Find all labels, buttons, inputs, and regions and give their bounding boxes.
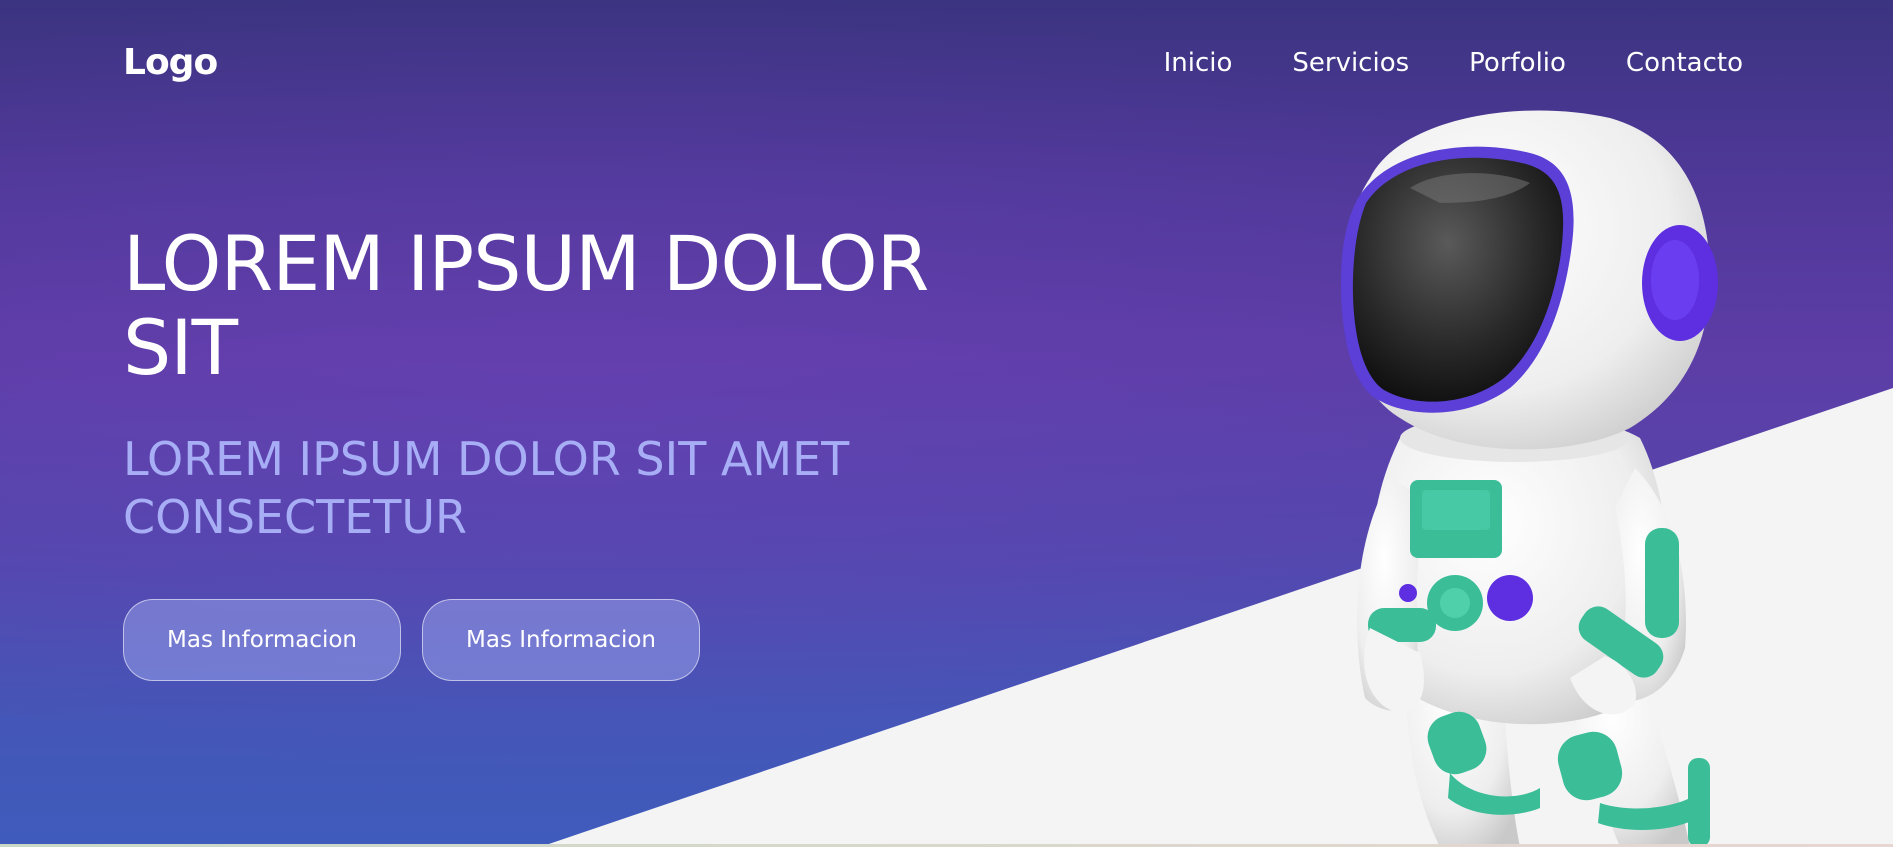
- nav-link-inicio[interactable]: Inicio: [1164, 48, 1233, 78]
- nav-link-servicios[interactable]: Servicios: [1292, 48, 1409, 78]
- more-info-button-1[interactable]: Mas Informacion: [123, 599, 401, 681]
- nav-link-contacto[interactable]: Contacto: [1626, 48, 1743, 78]
- nav-link-porfolio[interactable]: Porfolio: [1469, 48, 1566, 78]
- nav-links: Inicio Servicios Porfolio Contacto: [1164, 48, 1743, 78]
- more-info-button-2[interactable]: Mas Informacion: [422, 599, 700, 681]
- hero-subtitle: LOREM IPSUM DOLOR SIT AMET CONSECTETUR: [123, 432, 850, 544]
- astronaut-icon: [1340, 110, 1718, 847]
- hero-title: LOREM IPSUM DOLOR SIT: [123, 219, 929, 392]
- hero-section: Logo Inicio Servicios Porfolio Contacto …: [0, 0, 1893, 847]
- hero-buttons: Mas Informacion Mas Informacion: [123, 599, 700, 681]
- logo[interactable]: Logo: [123, 42, 218, 83]
